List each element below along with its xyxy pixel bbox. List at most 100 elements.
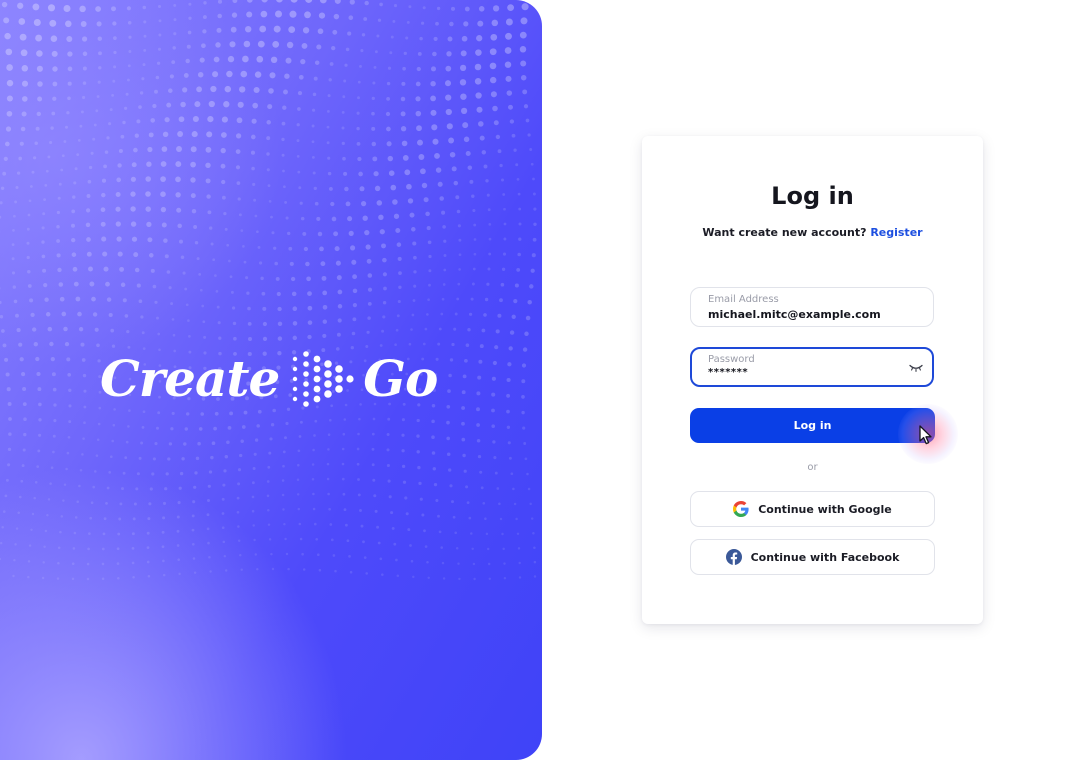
hero-dot bbox=[101, 547, 105, 551]
hero-dot bbox=[319, 0, 327, 4]
hero-dot bbox=[456, 209, 461, 214]
hero-dot bbox=[446, 420, 450, 425]
hero-dot bbox=[459, 79, 467, 86]
hero-dot bbox=[43, 545, 46, 548]
hero-dot bbox=[442, 577, 446, 580]
hero-dot bbox=[6, 79, 14, 87]
hero-dot bbox=[390, 184, 397, 191]
hero-dot bbox=[291, 291, 297, 297]
hero-dot bbox=[175, 161, 182, 168]
hero-dot bbox=[197, 441, 201, 446]
hero-dot bbox=[409, 212, 415, 218]
hero-dot bbox=[76, 153, 80, 157]
hero-dot bbox=[317, 553, 320, 556]
hero-dot bbox=[298, 435, 302, 438]
hero-dot bbox=[0, 186, 5, 191]
hero-dot bbox=[334, 0, 341, 4]
hero-dot bbox=[26, 227, 30, 231]
password-field-label: Password bbox=[708, 354, 755, 365]
hero-dot bbox=[232, 306, 236, 310]
logo-text-right: Go bbox=[363, 349, 438, 408]
hero-dot bbox=[176, 529, 180, 533]
facebook-login-button[interactable]: Continue with Facebook bbox=[690, 539, 935, 575]
hero-dot bbox=[401, 81, 406, 86]
register-link[interactable]: Register bbox=[870, 226, 922, 239]
hero-dot bbox=[385, 111, 391, 117]
hero-dot bbox=[435, 167, 442, 173]
hero-dot bbox=[269, 72, 276, 79]
email-field-value[interactable]: michael.mitc@example.com bbox=[708, 308, 881, 321]
hero-dot bbox=[491, 19, 499, 27]
hero-dot bbox=[533, 207, 537, 211]
hero-dot bbox=[133, 147, 138, 153]
hero-dot bbox=[262, 336, 268, 342]
hero-dot bbox=[296, 139, 300, 143]
hero-dot bbox=[145, 191, 151, 197]
hero-dot bbox=[220, 147, 226, 154]
hero-dot bbox=[529, 284, 534, 289]
hero-dot bbox=[462, 453, 466, 458]
hero-dot bbox=[502, 547, 505, 551]
hero-dot bbox=[373, 65, 377, 69]
cursor-highlight bbox=[898, 404, 958, 464]
hero-dot bbox=[94, 327, 99, 332]
hero-dot bbox=[518, 561, 521, 565]
hero-dot bbox=[147, 517, 151, 521]
hero-dot bbox=[266, 168, 270, 172]
hero-dot bbox=[14, 543, 17, 546]
hero-dot bbox=[198, 427, 203, 431]
eye-closed-icon[interactable] bbox=[909, 364, 923, 372]
hero-dot bbox=[21, 65, 29, 72]
hero-dot bbox=[94, 470, 97, 473]
google-icon bbox=[733, 501, 749, 517]
hero-dot bbox=[267, 104, 273, 110]
hero-dot bbox=[285, 57, 292, 64]
hero-dot bbox=[227, 55, 235, 63]
password-field[interactable]: Password ******* bbox=[690, 347, 934, 387]
hero-dot bbox=[116, 236, 122, 242]
hero-dot bbox=[272, 41, 280, 48]
hero-dot bbox=[336, 275, 342, 281]
hero-dot bbox=[289, 10, 297, 18]
hero-dot bbox=[274, 10, 283, 18]
hero-dot bbox=[8, 417, 12, 421]
hero-dot bbox=[78, 327, 84, 332]
hero-dot bbox=[194, 240, 199, 245]
hero-dot bbox=[56, 210, 61, 215]
hero-dot bbox=[297, 463, 300, 467]
logo-dot bbox=[313, 355, 321, 363]
hero-dot bbox=[130, 206, 136, 212]
hero-dot bbox=[342, 492, 346, 496]
hero-dot bbox=[497, 313, 502, 318]
hero-dot bbox=[497, 149, 502, 154]
hero-dot bbox=[227, 426, 232, 430]
hero-dot bbox=[256, 424, 260, 428]
hero-dot bbox=[13, 299, 18, 304]
hero-dot bbox=[220, 163, 226, 169]
email-field[interactable]: Email Address michael.mitc@example.com bbox=[690, 287, 934, 327]
hero-dot bbox=[282, 169, 285, 173]
hero-dot bbox=[91, 296, 96, 302]
hero-dot bbox=[171, 60, 176, 64]
logo-dot bbox=[303, 391, 310, 397]
hero-dot bbox=[312, 448, 315, 452]
hero-dot bbox=[341, 447, 345, 451]
hero-dot bbox=[178, 116, 185, 123]
hero-dot bbox=[322, 304, 328, 310]
hero-dot bbox=[318, 12, 326, 19]
hero-dot bbox=[80, 342, 85, 347]
hero-dot bbox=[296, 123, 300, 127]
hero-dot bbox=[317, 28, 324, 35]
hero-dot bbox=[188, 335, 191, 338]
password-field-value[interactable]: ******* bbox=[708, 367, 748, 378]
hero-dot bbox=[357, 80, 361, 84]
hero-dot bbox=[511, 314, 516, 319]
hero-dot bbox=[73, 281, 79, 287]
hero-dot bbox=[268, 538, 272, 541]
hero-dot bbox=[56, 224, 60, 229]
google-login-button[interactable]: Continue with Google bbox=[690, 491, 935, 527]
hero-dot bbox=[12, 285, 16, 289]
hero-dot bbox=[126, 78, 130, 82]
hero-dot bbox=[79, 468, 83, 472]
hero-dot bbox=[341, 462, 345, 466]
